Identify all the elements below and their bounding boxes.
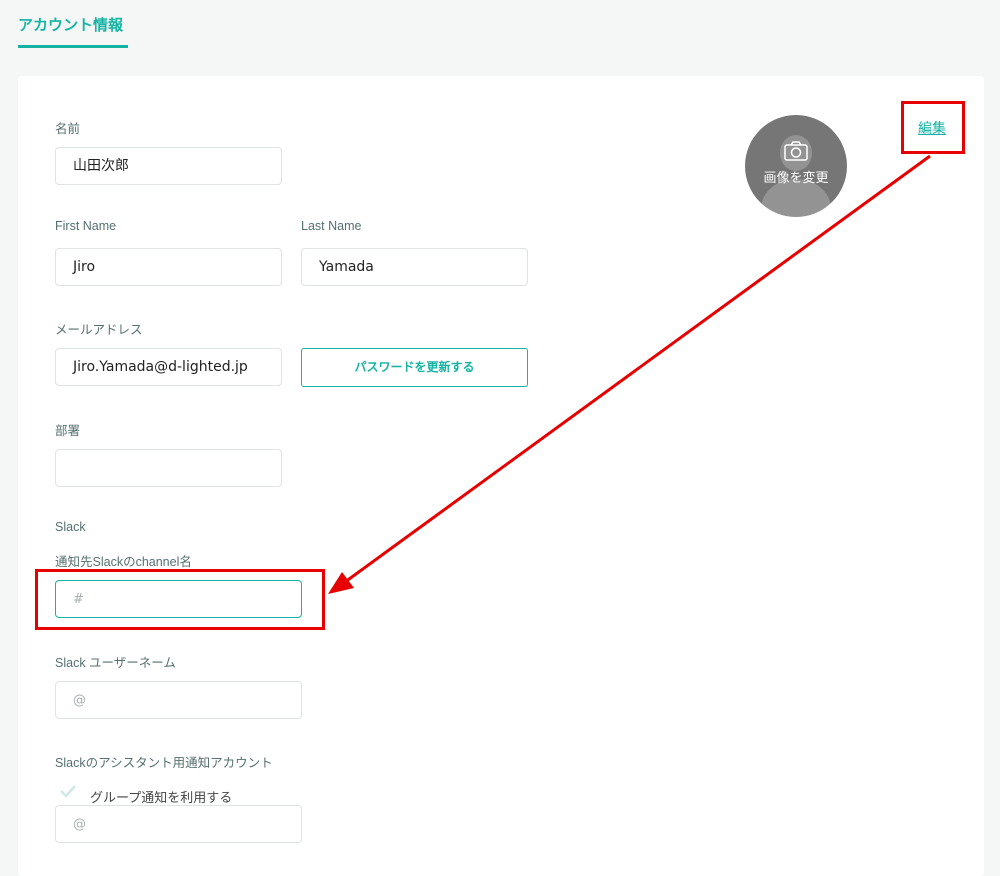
annotation-arrow xyxy=(328,154,931,594)
